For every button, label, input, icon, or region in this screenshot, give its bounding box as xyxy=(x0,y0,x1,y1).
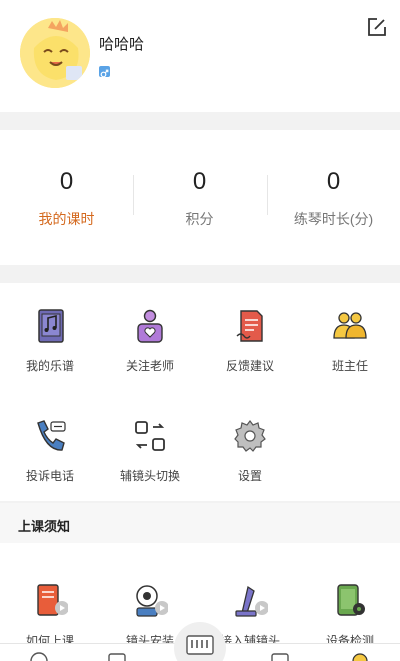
menu-label: 我的乐谱 xyxy=(25,359,74,373)
menu-item-complaint-phone[interactable]: 投诉电话 xyxy=(0,418,100,498)
piano-icon xyxy=(186,635,214,655)
notice-title: 上课须知 xyxy=(18,519,71,534)
menu-item-settings[interactable]: 设置 xyxy=(200,418,300,498)
menu-item-my-sheets[interactable]: 我的乐谱 xyxy=(0,308,100,388)
profile-header: 哈哈哈 xyxy=(0,0,400,112)
stat-practice-time[interactable]: 0 练琴时长(分) xyxy=(267,130,400,265)
lamp-video-icon xyxy=(232,583,269,619)
menu-item-follow-teacher[interactable]: 关注老师 xyxy=(100,308,200,388)
camera-video-icon xyxy=(132,583,169,619)
stat-label: 练琴时长(分) xyxy=(293,211,374,227)
stat-value: 0 xyxy=(326,168,341,195)
menu-label: 辅镜头切换 xyxy=(119,469,180,483)
menu-label: 设置 xyxy=(237,469,262,483)
book-video-icon xyxy=(32,583,69,619)
edit-icon[interactable] xyxy=(366,16,388,38)
teacher-icon xyxy=(132,308,168,344)
sheet-music-icon xyxy=(32,308,68,344)
menu-item-camera-switch[interactable]: 辅镜头切换 xyxy=(100,418,200,498)
avatar[interactable] xyxy=(20,18,90,88)
stat-lesson-hours[interactable]: 0 我的课时 xyxy=(0,130,133,265)
function-menu: 我的乐谱 关注老师 反馈建议 班主任 投诉电话 辅镜头切换 设置 xyxy=(0,283,400,501)
profile-tab-icon[interactable] xyxy=(350,650,370,661)
piano-tab-button[interactable] xyxy=(174,622,226,661)
feedback-icon xyxy=(232,308,268,344)
phone-icon xyxy=(32,418,68,454)
username: 哈哈哈 xyxy=(99,36,145,53)
menu-item-class-teacher[interactable]: 班主任 xyxy=(300,308,400,388)
menu-item-feedback[interactable]: 反馈建议 xyxy=(200,308,300,388)
gear-icon xyxy=(232,418,268,454)
stats-panel: 0 我的课时 0 积分 0 练琴时长(分) xyxy=(0,130,400,265)
calendar-tab-icon[interactable] xyxy=(107,650,127,661)
menu-label: 投诉电话 xyxy=(25,469,74,483)
male-icon xyxy=(99,66,110,78)
stat-label: 积分 xyxy=(185,211,214,227)
group-icon xyxy=(332,308,368,344)
clock-tab-icon[interactable] xyxy=(29,650,49,661)
stat-value: 0 xyxy=(59,168,74,195)
stat-points[interactable]: 0 积分 xyxy=(133,130,266,265)
device-check-icon xyxy=(332,583,368,619)
camera-switch-icon xyxy=(132,418,168,454)
menu-label: 反馈建议 xyxy=(225,359,274,373)
list-tab-icon[interactable] xyxy=(270,650,290,661)
stat-value: 0 xyxy=(192,168,207,195)
menu-label: 关注老师 xyxy=(125,359,174,373)
notice-section-header: 上课须知 xyxy=(0,503,400,543)
menu-label: 班主任 xyxy=(331,359,368,373)
stat-label: 我的课时 xyxy=(38,211,95,227)
